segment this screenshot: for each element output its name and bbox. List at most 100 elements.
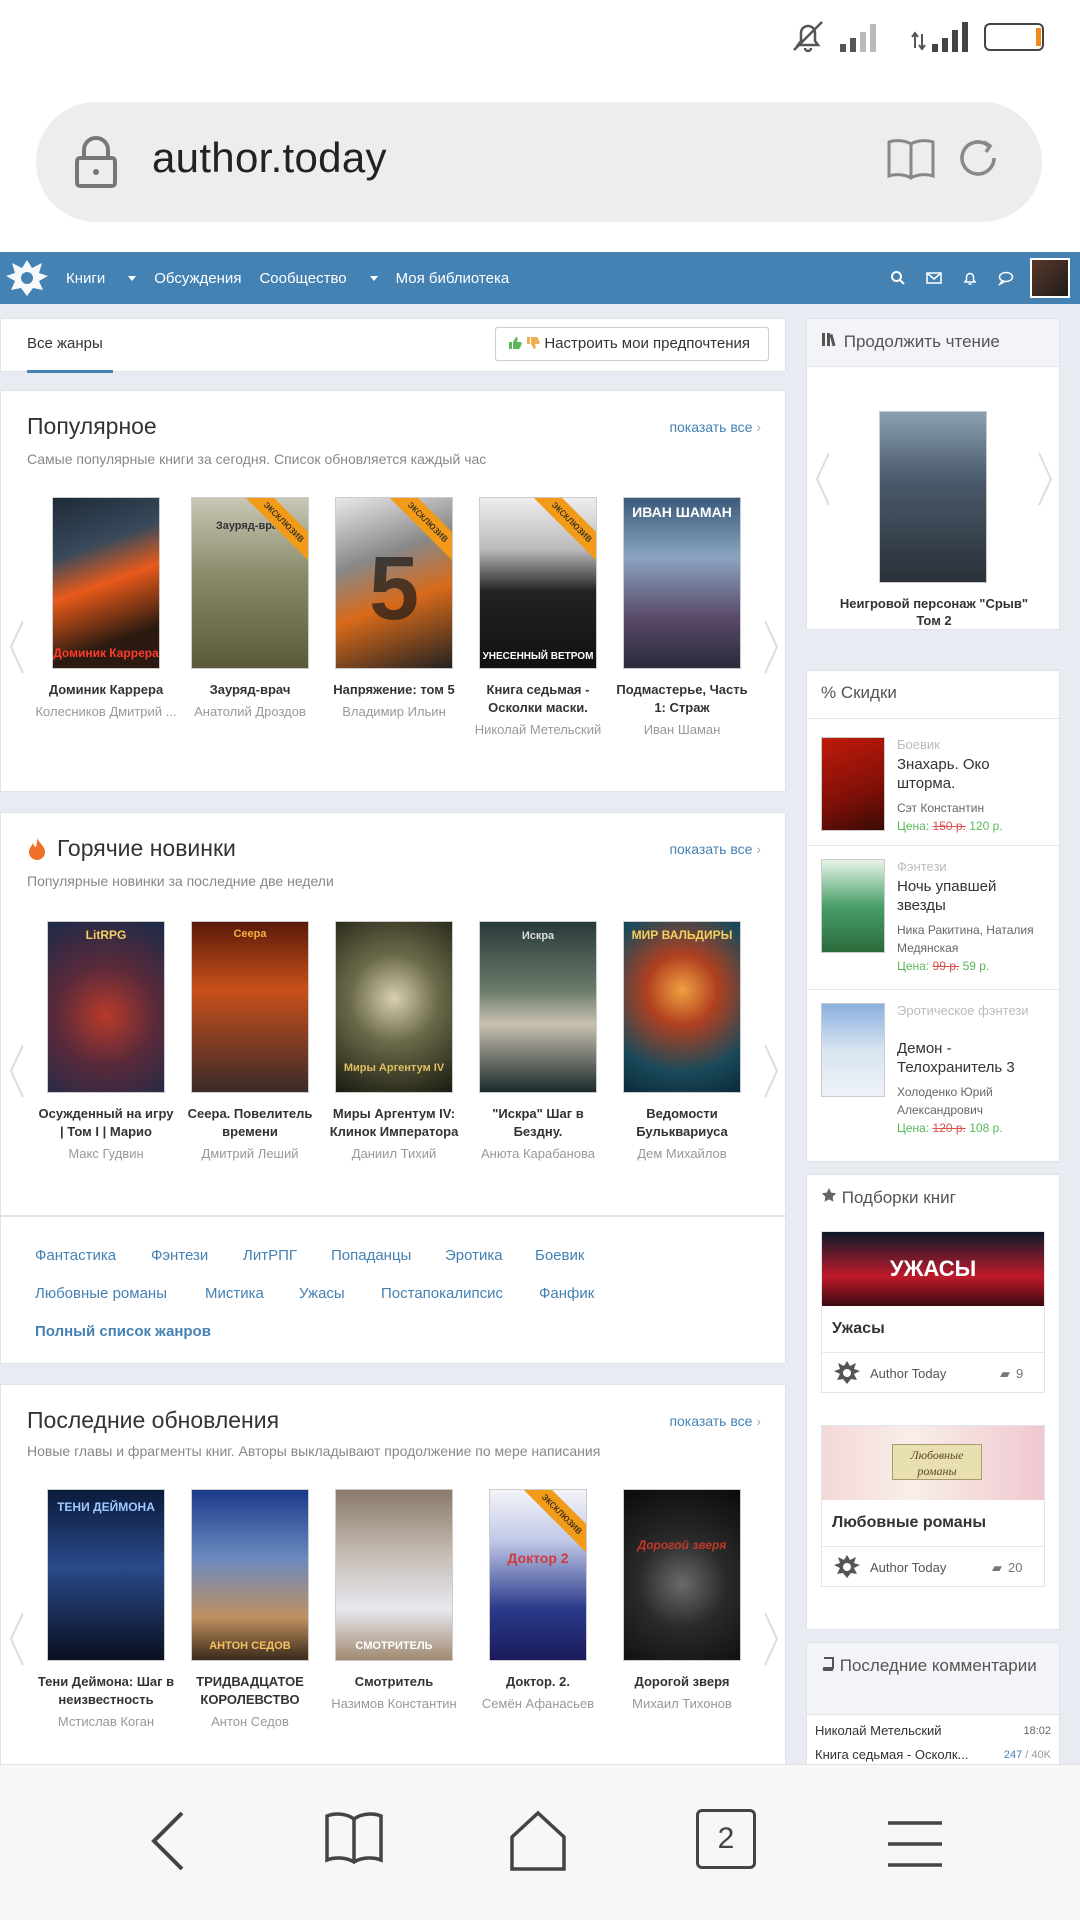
url-text[interactable]: author.today: [152, 134, 387, 182]
carousel-prev-icon[interactable]: [7, 1609, 27, 1669]
book-title[interactable]: Демон - Телохранитель 3: [897, 1039, 1047, 1077]
book-title[interactable]: Ночь упавшей звезды: [897, 877, 1047, 915]
book-title[interactable]: Смотритель: [323, 1673, 465, 1691]
book-cover[interactable]: Искра: [479, 921, 597, 1093]
chat-icon[interactable]: [988, 266, 1024, 290]
search-icon[interactable]: [880, 266, 916, 290]
book-cover[interactable]: УНЕСЕННЫЙ ВЕТРОМ эксклюзив: [479, 497, 597, 669]
book-card[interactable]: Зауряд-врач эксклюзив Зауряд-врач Анатоли…: [179, 497, 321, 721]
genre-link[interactable]: Фантастика: [35, 1247, 116, 1264]
book-cover[interactable]: Сеера: [191, 921, 309, 1093]
book-cover[interactable]: ИВАН ШАМАН: [623, 497, 741, 669]
reload-icon[interactable]: [956, 136, 1000, 185]
book-title[interactable]: Ведомости Бульквариуса: [611, 1105, 753, 1141]
book-author[interactable]: Сэт Константин: [897, 799, 1047, 817]
genre-link[interactable]: Фэнтези: [151, 1247, 208, 1264]
book-card[interactable]: УНЕСЕННЫЙ ВЕТРОМ эксклюзив Книга седьмая …: [467, 497, 609, 739]
book-author[interactable]: Николай Метельский: [467, 721, 609, 739]
collection-banner[interactable]: УЖАСЫ: [822, 1232, 1044, 1306]
book-author[interactable]: Дмитрий Леший: [179, 1145, 321, 1163]
book-card[interactable]: Доминик Каррера Доминик Каррера Колесник…: [35, 497, 177, 721]
book-author[interactable]: Холоденко Юрий Александрович: [897, 1083, 1047, 1119]
book-card[interactable]: Сеера Сеера. Повелитель времени Дмитрий …: [179, 921, 321, 1163]
collection-title[interactable]: Любовные романы: [822, 1500, 1044, 1546]
address-bar[interactable]: author.today: [36, 102, 1042, 222]
book-cover[interactable]: МИР ВАЛЬДИРЫ: [623, 921, 741, 1093]
comment-user[interactable]: Николай Метельский: [815, 1723, 942, 1738]
book-title[interactable]: Тени Деймона: Шаг в неизвестность: [35, 1673, 177, 1709]
book-cover[interactable]: 5 эксклюзив: [335, 497, 453, 669]
collection-title[interactable]: Ужасы: [822, 1306, 1044, 1352]
book-cover[interactable]: Дорогой зверя: [623, 1489, 741, 1661]
show-all-link[interactable]: показать все: [669, 419, 761, 435]
nav-library[interactable]: Моя библиотека: [396, 270, 510, 287]
book-author[interactable]: Даниил Тихий: [323, 1145, 465, 1163]
book-card[interactable]: СМОТРИТЕЛЬ Смотритель Назимов Константин: [323, 1489, 465, 1713]
bookmarks-icon[interactable]: [324, 1809, 384, 1870]
book-cover[interactable]: LitRPG: [47, 921, 165, 1093]
book-card[interactable]: ИВАН ШАМАН Подмастерье, Часть 1: Страж И…: [611, 497, 753, 739]
book-cover[interactable]: [821, 737, 885, 831]
discount-item[interactable]: Фэнтези Ночь упавшей звезды Ника Ракитин…: [821, 859, 1051, 979]
genre-link[interactable]: Эротика: [445, 1247, 503, 1264]
book-title[interactable]: Осужденный на игру | Том I | Марио: [35, 1105, 177, 1141]
collection-owner[interactable]: Author Today: [870, 1560, 946, 1575]
collection-owner[interactable]: Author Today: [870, 1366, 946, 1381]
collection-card[interactable]: УЖАСЫ Ужасы Author Today ▰ 9: [821, 1231, 1045, 1393]
book-cover[interactable]: Миры Аргентум IV: [335, 921, 453, 1093]
avatar[interactable]: [1030, 258, 1070, 298]
discount-item[interactable]: Эротическое фэнтези Демон - Телохранител…: [821, 1003, 1051, 1143]
book-title[interactable]: Подмастерье, Часть 1: Страж: [611, 681, 753, 717]
book-author[interactable]: Назимов Константин: [323, 1695, 465, 1713]
discount-item[interactable]: Боевик Знахарь. Око шторма. Сэт Констант…: [821, 737, 1051, 857]
mail-icon[interactable]: [916, 266, 952, 290]
book-author[interactable]: Макс Гудвин: [35, 1145, 177, 1163]
carousel-prev-icon[interactable]: [7, 617, 27, 677]
preferences-button[interactable]: Настроить мои предпочтения: [495, 327, 769, 361]
genre-link[interactable]: Любовные романы: [35, 1285, 167, 1302]
tabs-button[interactable]: 2: [696, 1809, 756, 1869]
book-card[interactable]: 5 эксклюзив Напряжение: том 5 Владимир Ил…: [323, 497, 465, 721]
book-title[interactable]: Неигровой персонаж "Срыв" Том 2: [837, 595, 1031, 629]
book-card[interactable]: АНТОН СЕДОВ ТРИДВАДЦАТОЕ КОРОЛЕВСТВО Ант…: [179, 1489, 321, 1731]
book-author[interactable]: Семён Афанасьев: [467, 1695, 609, 1713]
carousel-next-icon[interactable]: [1035, 449, 1055, 509]
book-cover[interactable]: ТЕНИ ДЕЙМОНА: [47, 1489, 165, 1661]
menu-icon[interactable]: [886, 1819, 944, 1874]
show-all-link[interactable]: показать все: [669, 1413, 761, 1429]
book-cover[interactable]: АНТОН СЕДОВ: [191, 1489, 309, 1661]
book-author[interactable]: Колесников Дмитрий ...: [35, 703, 177, 721]
book-author[interactable]: Дем Михайлов: [611, 1145, 753, 1163]
tab-all-genres[interactable]: Все жанры: [27, 319, 113, 373]
book-cover[interactable]: Доминик Каррера: [52, 497, 160, 669]
book-title[interactable]: Миры Аргентум IV: Клинок Императора: [323, 1105, 465, 1141]
book-genre[interactable]: Фэнтези: [897, 859, 947, 874]
genre-link[interactable]: Постапокалипсис: [381, 1285, 503, 1302]
book-cover[interactable]: СМОТРИТЕЛЬ: [335, 1489, 453, 1661]
bell-icon[interactable]: [952, 266, 988, 290]
carousel-next-icon[interactable]: [761, 1609, 781, 1669]
collection-banner[interactable]: Любовные романы: [822, 1426, 1044, 1500]
carousel-next-icon[interactable]: [761, 1041, 781, 1101]
book-author[interactable]: Анюта Карабанова: [467, 1145, 609, 1163]
back-icon[interactable]: [148, 1809, 188, 1878]
book-title[interactable]: Доктор. 2.: [467, 1673, 609, 1691]
genre-link[interactable]: Боевик: [535, 1247, 584, 1264]
book-card[interactable]: Доктор 2 эксклюзив Доктор. 2. Семён Афана…: [467, 1489, 609, 1713]
book-cover[interactable]: Доктор 2 эксклюзив: [489, 1489, 587, 1661]
book-cover[interactable]: [879, 411, 987, 583]
book-title[interactable]: ТРИДВАДЦАТОЕ КОРОЛЕВСТВО: [179, 1673, 321, 1709]
show-all-link[interactable]: показать все: [669, 841, 761, 857]
book-author[interactable]: Владимир Ильин: [323, 703, 465, 721]
site-logo-icon[interactable]: [4, 256, 50, 305]
book-title[interactable]: Напряжение: том 5: [323, 681, 465, 699]
book-title[interactable]: "Искра" Шаг в Бездну.: [467, 1105, 609, 1141]
book-author[interactable]: Иван Шаман: [611, 721, 753, 739]
book-title[interactable]: Сеера. Повелитель времени: [179, 1105, 321, 1141]
book-author[interactable]: Ника Ракитина, Наталия Медянская: [897, 921, 1047, 957]
book-title[interactable]: Знахарь. Око шторма.: [897, 755, 1047, 793]
genre-link[interactable]: Фанфик: [539, 1285, 594, 1302]
book-cover[interactable]: [821, 859, 885, 953]
book-author[interactable]: Антон Седов: [179, 1713, 321, 1731]
book-author[interactable]: Анатолий Дроздов: [179, 703, 321, 721]
